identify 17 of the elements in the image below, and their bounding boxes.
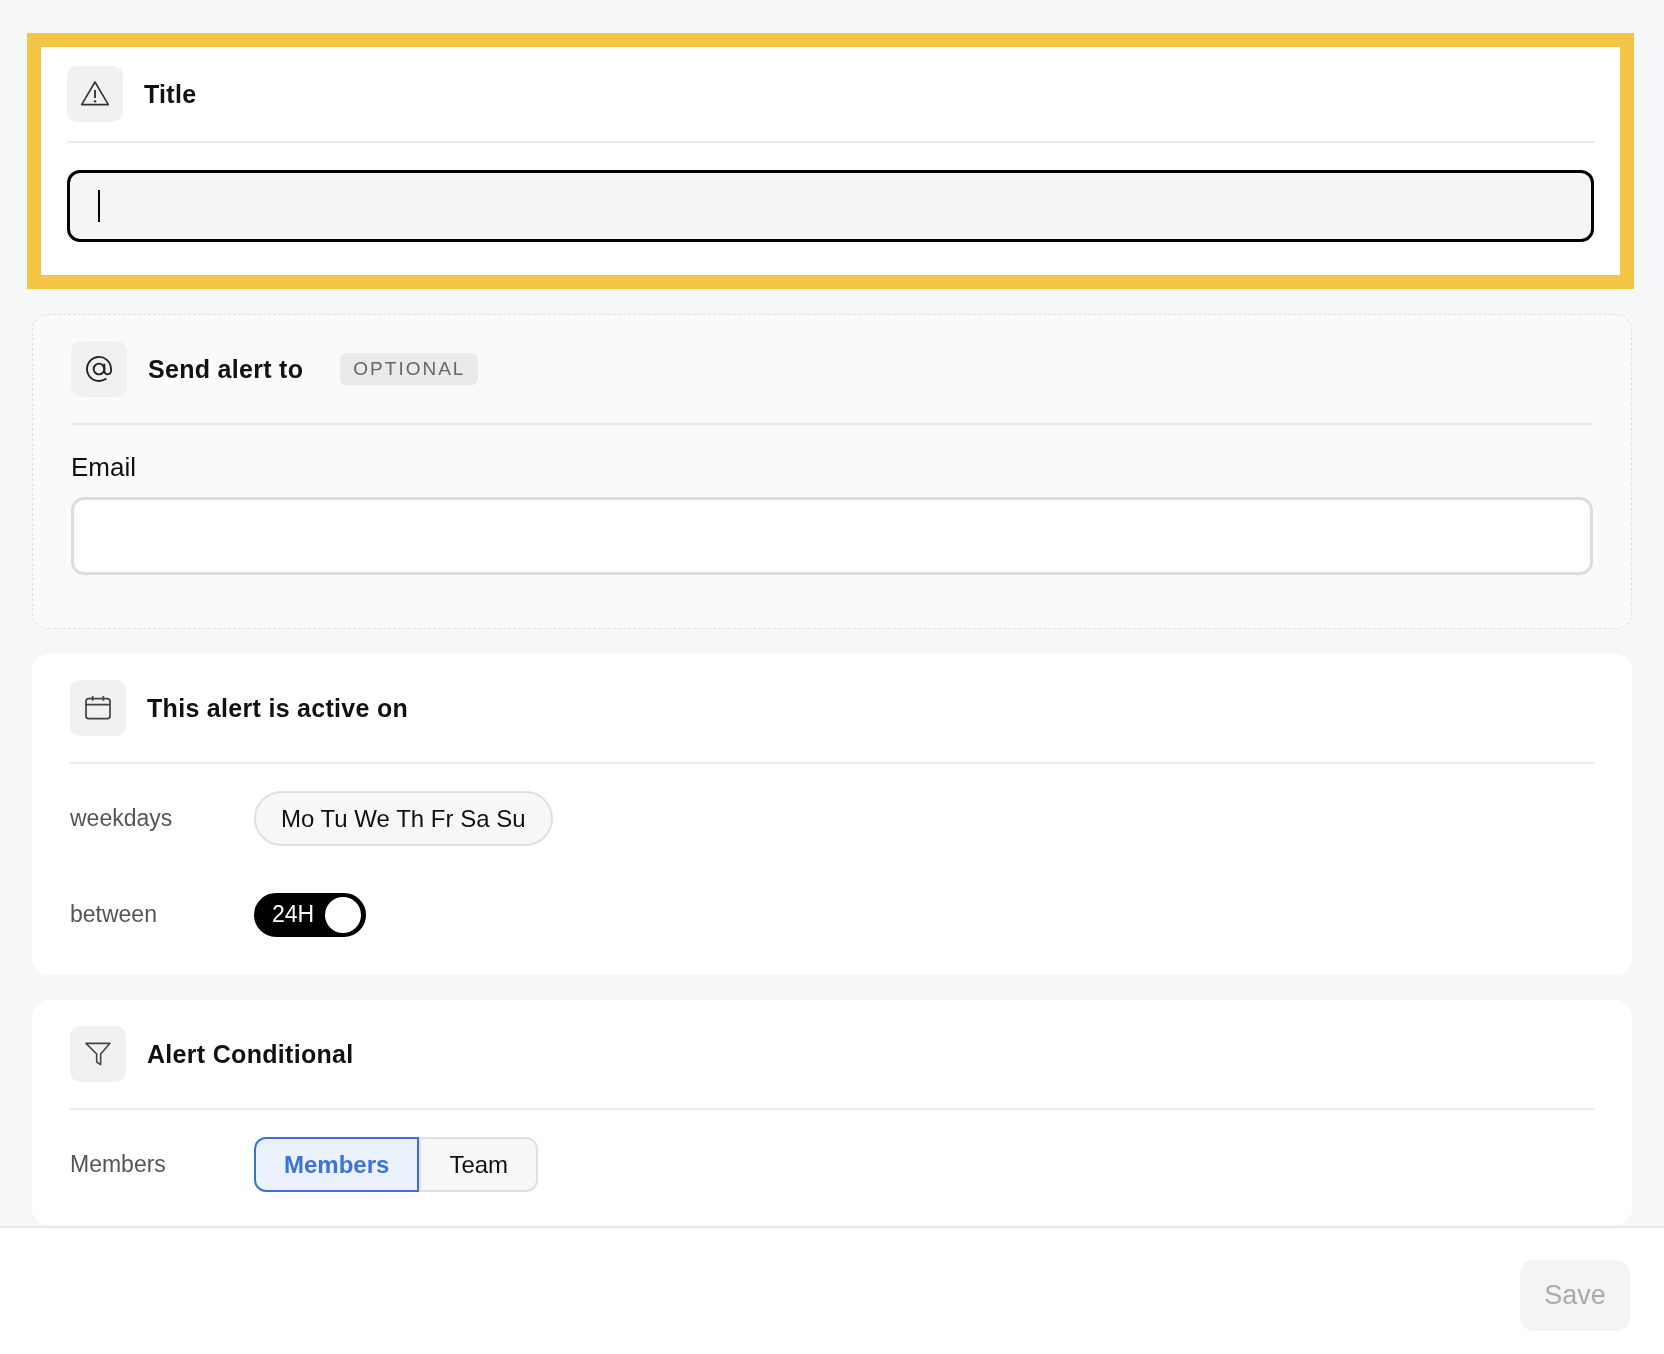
at-sign-icon bbox=[83, 353, 115, 385]
section-title: This alert is active on bbox=[147, 693, 409, 723]
weekdays-selector[interactable]: Mo Tu We Th Fr Sa Su bbox=[254, 791, 553, 846]
text-cursor bbox=[98, 190, 100, 222]
24h-toggle[interactable]: 24H bbox=[254, 892, 366, 937]
optional-badge: OPTIONAL bbox=[340, 353, 479, 385]
row-label: between bbox=[70, 901, 158, 928]
field-label: Email bbox=[71, 452, 137, 483]
email-input-field[interactable] bbox=[71, 497, 1593, 575]
title-input-field[interactable] bbox=[67, 170, 1594, 242]
section-title: Send alert to bbox=[148, 354, 304, 384]
section-title: Title bbox=[144, 79, 197, 109]
segment-option[interactable]: Team bbox=[419, 1137, 539, 1192]
row-label: Members bbox=[70, 1151, 167, 1178]
segment-option[interactable]: Members bbox=[254, 1137, 420, 1192]
section-title: Alert Conditional bbox=[147, 1039, 354, 1069]
row-label: weekdays bbox=[70, 805, 174, 832]
